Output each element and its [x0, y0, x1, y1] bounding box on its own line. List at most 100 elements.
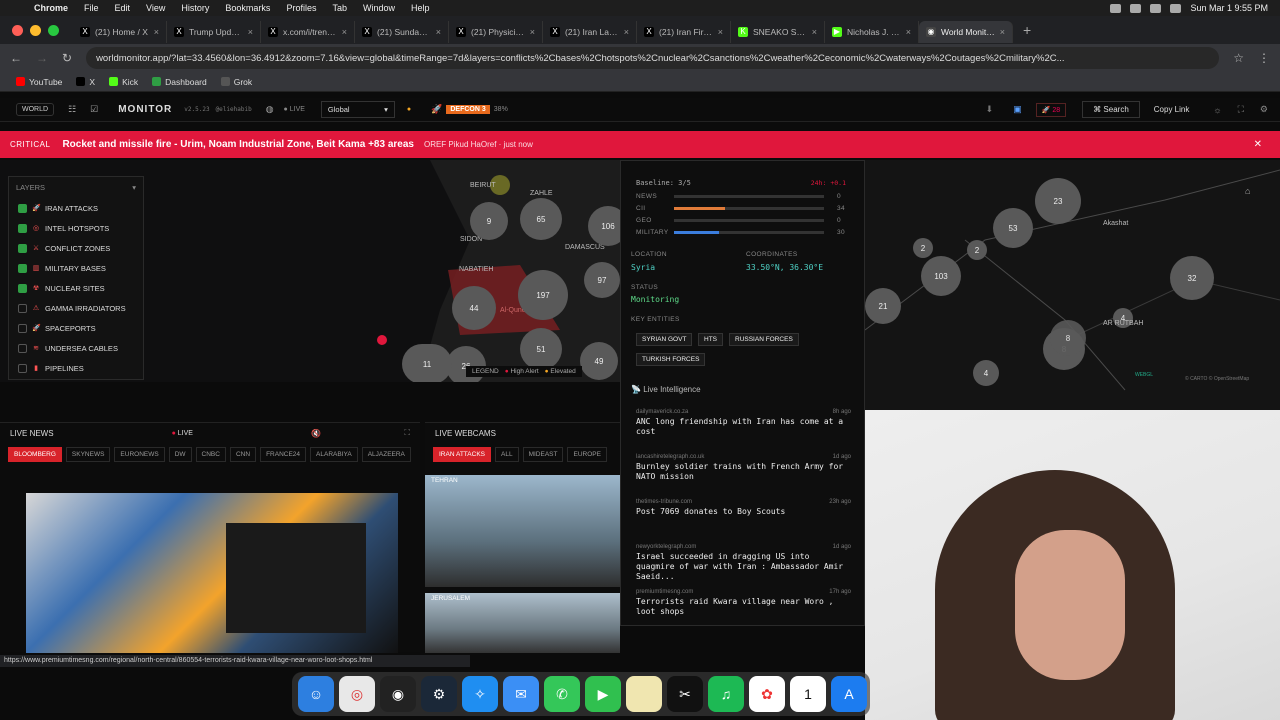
map-cluster[interactable]: 197 [518, 270, 568, 320]
browser-tab[interactable]: X (21) Sunday LIVE: × [355, 21, 449, 43]
finder-icon[interactable]: ☺ [298, 676, 334, 712]
new-tab-button[interactable]: + [1013, 22, 1041, 38]
menu-item[interactable]: Help [403, 3, 438, 13]
layer-toggle[interactable]: ◎ INTEL HOTSPOTS [9, 218, 143, 238]
browser-tab[interactable]: ▶ Nicholas J. Fuente × [825, 21, 919, 43]
webcam-filter-tab[interactable]: EUROPE [567, 447, 607, 462]
layer-checkbox[interactable] [18, 343, 27, 353]
map-cluster[interactable]: 51 [520, 328, 562, 370]
webcam-filter-tab[interactable]: ALL [495, 447, 519, 462]
menu-item[interactable]: History [173, 3, 217, 13]
tab-close-icon[interactable]: × [906, 27, 911, 37]
map-cluster[interactable]: 2 [913, 238, 933, 258]
intel-feed-item[interactable]: newyorktelegraph.com 1d ago Israel succeed… [636, 544, 851, 582]
tab-close-icon[interactable]: × [248, 27, 253, 37]
app-store-icon[interactable]: A [831, 676, 867, 712]
tab-close-icon[interactable]: × [436, 27, 441, 37]
tab-close-icon[interactable]: × [342, 27, 347, 37]
entity-tag[interactable]: TURKISH FORCES [636, 353, 706, 366]
fullscreen-icon[interactable]: ⛶ [1238, 104, 1244, 115]
map-cluster[interactable]: 11 [402, 344, 452, 382]
obs-icon[interactable]: ◉ [380, 676, 416, 712]
messages-icon[interactable]: ✆ [544, 676, 580, 712]
tab-close-icon[interactable]: × [624, 27, 629, 37]
expand-icon[interactable]: ⛶ [404, 428, 410, 438]
layer-checkbox[interactable] [18, 283, 27, 293]
download-icon[interactable]: ⬇ [986, 104, 994, 115]
webcam-tile[interactable]: TEHRAN [425, 475, 620, 587]
github-icon[interactable]: ◍ [266, 104, 274, 115]
menu-item[interactable]: Profiles [278, 3, 324, 13]
search-button[interactable]: ⌘ Search [1082, 101, 1140, 118]
layer-toggle[interactable]: ▮ PIPELINES [9, 358, 143, 378]
gear-icon[interactable]: ⚙ [1260, 104, 1268, 115]
tab-close-icon[interactable]: × [154, 27, 159, 37]
channel-tab[interactable]: ALJAZEERA [361, 447, 411, 462]
bookmark-item[interactable]: Dashboard [152, 77, 207, 87]
back-icon[interactable]: ← [10, 51, 22, 65]
map-cluster[interactable]: 49 [580, 342, 618, 380]
intel-feed-item[interactable]: thetimes-tribune.com 23h ago Post 7069 don… [636, 499, 851, 517]
minimize-window-button[interactable] [30, 24, 41, 36]
control-center-icon[interactable] [1170, 3, 1182, 13]
calendar-icon[interactable]: 1 [790, 676, 826, 712]
bookmark-star-icon[interactable]: ☆ [1233, 51, 1244, 65]
channel-tab[interactable]: DW [168, 447, 192, 462]
browser-tab[interactable]: X (21) Iran Launche × [543, 21, 637, 43]
channel-tab[interactable]: EURONEWS [114, 447, 165, 462]
layer-toggle[interactable]: 🚀 SPACEPORTS [9, 318, 143, 338]
tab-close-icon[interactable]: × [1000, 27, 1005, 37]
world-switch[interactable]: WORLD [16, 103, 55, 116]
channel-tab[interactable]: SKYNEWS [65, 447, 111, 462]
steam-icon[interactable]: ⚙ [421, 676, 457, 712]
video-player[interactable] [26, 493, 398, 653]
chrome-icon[interactable]: ◎ [339, 676, 375, 712]
layer-toggle[interactable]: ≋ UNDERSEA CABLES [9, 338, 143, 358]
app-handle[interactable]: @eliehabib [216, 106, 252, 113]
bookmark-item[interactable]: Kick [109, 77, 138, 87]
layer-checkbox[interactable] [18, 363, 27, 373]
map-cluster[interactable]: 21 [865, 288, 901, 324]
browser-tab[interactable]: K SNEAKO Stream × [731, 21, 825, 43]
channel-tab[interactable]: CNBC [195, 447, 226, 462]
map-view-iraq[interactable]: 23 53 2 2 103 32 21 8 8 4 4 Akashat AR R… [865, 160, 1280, 410]
layer-toggle[interactable]: ▥ MILITARY BASES [9, 258, 143, 278]
menu-item[interactable]: Edit [107, 3, 139, 13]
menu-item[interactable]: Chrome [26, 3, 76, 13]
browser-tab[interactable]: Xx.com/i/trending/2 × [261, 21, 355, 43]
map-cluster[interactable]: 53 [993, 208, 1033, 248]
layer-toggle[interactable]: ⚠ GAMMA IRRADIATORS [9, 298, 143, 318]
layer-checkbox[interactable] [18, 223, 27, 233]
menu-item[interactable]: View [138, 3, 173, 13]
grid-icon[interactable]: ☷ [68, 104, 76, 115]
settings-icon[interactable]: ☼ [1213, 105, 1221, 115]
map-cluster[interactable]: 9 [470, 202, 508, 240]
layer-toggle[interactable]: 🚀 IRAN ATTACKS [9, 198, 143, 218]
map-cluster[interactable]: 2 [967, 240, 987, 260]
menu-icon[interactable]: ⋮ [1258, 51, 1270, 65]
menubar-clock[interactable]: Sun Mar 1 9:55 PM [1190, 3, 1268, 13]
browser-tab[interactable]: X (21) Iran Fires 40 × [637, 21, 731, 43]
layer-checkbox[interactable] [18, 243, 27, 253]
tab-close-icon[interactable]: × [718, 27, 723, 37]
entity-tag[interactable]: SYRIAN GOVT [636, 333, 693, 346]
mail-icon[interactable]: ✉ [503, 676, 539, 712]
spotify-icon[interactable]: ♫ [708, 676, 744, 712]
check-icon[interactable]: ☑ [90, 104, 98, 115]
layer-checkbox[interactable] [18, 303, 27, 313]
map-cluster[interactable]: 106 [588, 206, 620, 246]
chevron-down-icon[interactable]: ▾ [132, 183, 136, 192]
map-cluster[interactable]: 65 [520, 198, 562, 240]
alerts-button[interactable]: 🚀 28 [1035, 102, 1067, 117]
wifi-icon[interactable] [1130, 3, 1142, 13]
layer-checkbox[interactable] [18, 323, 27, 333]
map-cluster[interactable]: 44 [452, 286, 496, 330]
browser-tab[interactable]: X (21) Physicists ob × [449, 21, 543, 43]
map-cluster[interactable]: 4 [973, 360, 999, 386]
intel-feed-item[interactable]: premiumtimesng.com 17h ago Terrorists raid… [636, 589, 851, 617]
forward-icon[interactable]: → [36, 51, 48, 65]
close-window-button[interactable] [12, 24, 23, 36]
webcam-tile[interactable]: JERUSALEM [425, 593, 620, 653]
entity-tag[interactable]: HTS [698, 333, 723, 346]
browser-tab[interactable]: X Trump Updates on × [167, 21, 261, 43]
